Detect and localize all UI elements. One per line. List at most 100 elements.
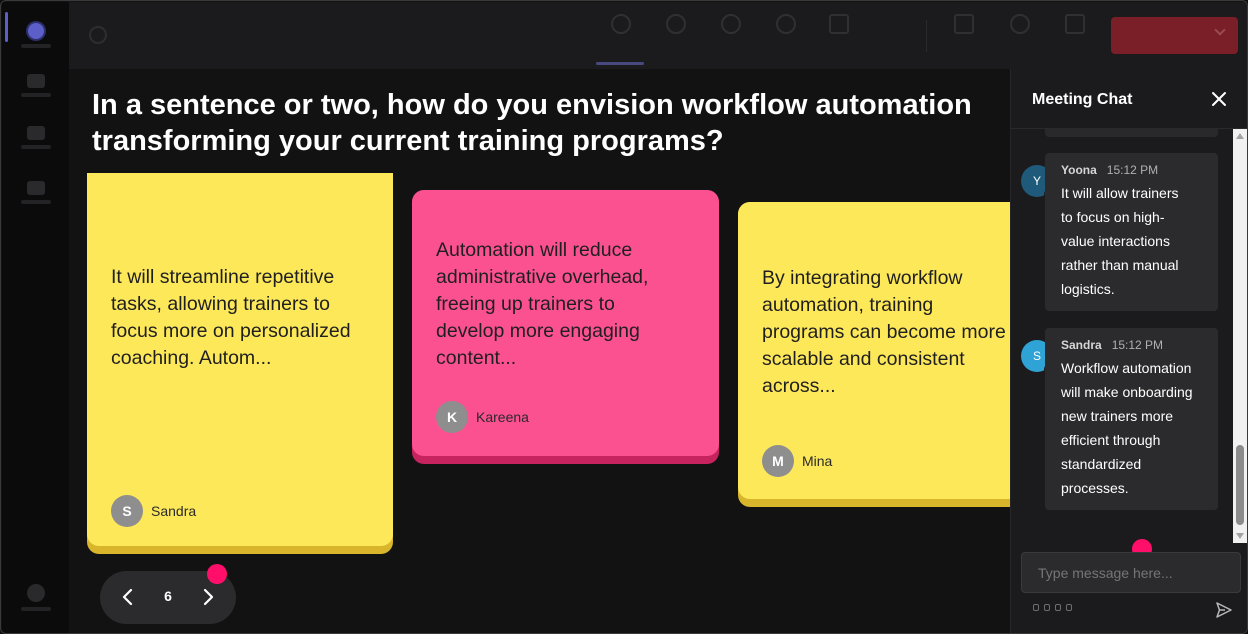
emoji-icon[interactable] [1055, 604, 1061, 611]
message-line: value interactions [1061, 233, 1170, 249]
message-line: Workflow automation [1061, 360, 1192, 376]
attach-icon[interactable] [1044, 604, 1050, 611]
response-line: focus more on personalized [111, 320, 351, 342]
response-line: programs can become more [762, 321, 1006, 343]
response-line: tasks, allowing trainers to [111, 293, 330, 315]
chat-messages[interactable]: Y Yoona 15:12 PM It will allow trainers … [1011, 129, 1247, 543]
message-line: logistics. [1061, 281, 1115, 297]
chat-icon [611, 14, 631, 34]
author-name: Sandra [151, 503, 197, 519]
response-card[interactable]: By integrating workflow automation, trai… [738, 202, 1010, 507]
response-line: across... [762, 375, 836, 397]
app-window: In a sentence or two, how do you envisio… [0, 0, 1248, 634]
toolbar-active-underline [596, 62, 644, 65]
response-line: It will streamline repetitive [111, 266, 335, 288]
chat-message-input[interactable] [1021, 552, 1241, 593]
format-toolbar [1033, 604, 1072, 611]
rail-item-communities[interactable] [2, 60, 69, 110]
response-line: By integrating workflow [762, 267, 963, 289]
previous-message-bubble [1045, 129, 1218, 137]
leave-button[interactable] [1111, 17, 1238, 54]
message-text: Workflow automation will make onboarding… [1061, 356, 1206, 500]
response-card[interactable]: It will streamline repetitive tasks, all… [87, 173, 393, 554]
toolbar-raise-button[interactable] [706, 14, 756, 62]
response-line: develop more engaging [436, 320, 640, 342]
response-line: Automation will reduce [436, 239, 633, 261]
communities-icon [26, 73, 45, 88]
message-bubble: Sandra 15:12 PM Workflow automation will… [1045, 328, 1218, 510]
response-text: Automation will reduce administrative ov… [436, 237, 648, 372]
chevron-right-icon[interactable] [198, 587, 218, 607]
message-time: 15:12 PM [1111, 338, 1164, 352]
toolbar-view-button[interactable] [814, 14, 864, 62]
camera-icon [954, 14, 974, 34]
left-rail [2, 2, 69, 633]
message-line: to focus on high- [1061, 209, 1165, 225]
more-icon [884, 14, 904, 34]
response-author: K Kareena [436, 401, 529, 433]
message-line: It will allow trainers [1061, 185, 1179, 201]
author-name: Mina [802, 453, 833, 469]
response-line: freeing up trainers to [436, 293, 615, 315]
people-icon [666, 14, 686, 34]
response-line: administrative overhead, [436, 266, 649, 288]
meeting-chat-panel: Meeting Chat Y Yoona 15:12 PM It will al… [1010, 69, 1247, 633]
toolbar-chat-button[interactable] [596, 14, 646, 62]
rail-item-calendar[interactable] [2, 167, 69, 217]
message-time: 15:12 PM [1106, 163, 1159, 177]
gif-icon[interactable] [1066, 604, 1072, 611]
rail-item-files[interactable] [2, 112, 69, 162]
format-icon[interactable] [1033, 604, 1039, 611]
poll-question: In a sentence or two, how do you envisio… [92, 87, 1010, 159]
sender-name: Sandra [1061, 338, 1102, 352]
toolbar-more-button[interactable] [869, 14, 919, 62]
scrollbar-thumb[interactable] [1236, 445, 1244, 525]
chat-title: Meeting Chat [1032, 91, 1133, 108]
rail-item-help[interactable] [2, 572, 69, 622]
message-line: will make onboarding [1061, 384, 1193, 400]
send-icon[interactable] [1215, 601, 1233, 619]
poll-question-line: In a sentence or two, how do you envisio… [92, 89, 972, 121]
poll-question-line: transforming your current training progr… [92, 125, 724, 157]
toolbar-people-button[interactable] [651, 14, 701, 62]
meeting-toolbar [69, 2, 1247, 69]
response-line: coaching. Autom... [111, 347, 272, 369]
sender-name: Yoona [1061, 163, 1097, 177]
toolbar-share-button[interactable] [1050, 14, 1100, 62]
response-line: automation, training [762, 294, 934, 316]
close-icon[interactable] [1210, 90, 1228, 108]
shield-icon[interactable] [89, 26, 107, 44]
response-text: By integrating workflow automation, trai… [762, 265, 1006, 400]
rail-caption [20, 606, 51, 611]
rail-caption [20, 92, 51, 97]
grid-icon [829, 14, 849, 34]
share-icon [1065, 14, 1085, 34]
message-text: It will allow trainers to focus on high-… [1061, 181, 1206, 301]
scroll-up-arrow-icon[interactable] [1236, 133, 1244, 139]
response-line: content... [436, 347, 517, 369]
message-line: rather than manual [1061, 257, 1179, 273]
toolbar-camera-button[interactable] [939, 14, 989, 62]
avatar: S [111, 495, 143, 527]
help-icon [26, 583, 45, 602]
toolbar-react-button[interactable] [761, 14, 811, 62]
response-author: S Sandra [111, 495, 196, 527]
avatar: M [762, 445, 794, 477]
chevron-down-icon[interactable] [1214, 24, 1226, 36]
rail-caption [20, 144, 51, 149]
response-card[interactable]: Automation will reduce administrative ov… [412, 190, 719, 464]
avatar: K [436, 401, 468, 433]
cursor-indicator-dot [207, 564, 227, 584]
message-line: new trainers more [1061, 408, 1174, 424]
chat-scrollbar[interactable] [1233, 129, 1247, 543]
message-header: Sandra 15:12 PM [1061, 338, 1206, 352]
toolbar-mic-button[interactable] [995, 14, 1045, 62]
rail-caption [20, 43, 51, 48]
scroll-down-arrow-icon[interactable] [1236, 533, 1244, 539]
message-bubble: Yoona 15:12 PM It will allow trainers to… [1045, 153, 1218, 311]
activity-icon [27, 22, 44, 39]
author-name: Kareena [476, 409, 529, 425]
toolbar-divider [926, 20, 927, 52]
message-line: processes. [1061, 480, 1129, 496]
rail-item-activity[interactable] [2, 10, 69, 60]
